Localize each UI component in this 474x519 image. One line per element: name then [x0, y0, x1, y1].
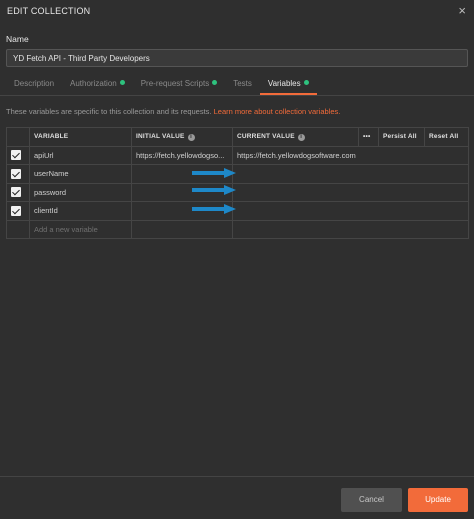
persist-all-button[interactable]: Persist All [378, 127, 425, 147]
new-variable-row: Add a new variable [6, 219, 469, 239]
update-button[interactable]: Update [408, 488, 468, 512]
table-row: password [6, 182, 469, 202]
close-icon[interactable]: × [458, 3, 466, 19]
tab-label: Variables [267, 79, 301, 88]
variables-info-text: These variables are specific to this col… [6, 107, 340, 116]
variables-table: VARIABLE INITIAL VALUE i CURRENT VALUE i •… [6, 127, 469, 239]
tab-bar: Description Authorization Pre-request Sc… [6, 77, 317, 95]
row-checkbox[interactable] [11, 187, 21, 198]
arrow-right-icon [192, 204, 236, 214]
variable-cell[interactable]: userName [29, 164, 132, 184]
initial-value-cell[interactable]: https://fetch.yellowdogso... [131, 145, 233, 165]
current-value-cell[interactable] [232, 164, 469, 184]
variable-header: VARIABLE [29, 127, 132, 147]
info-icon[interactable]: i [297, 133, 305, 141]
table-row: apiUrl https://fetch.yellowdogso... http… [6, 145, 469, 165]
tab-description[interactable]: Description [6, 77, 62, 95]
tab-label: Description [14, 79, 55, 88]
arrow-right-icon [192, 168, 236, 178]
reset-all-button[interactable]: Reset All [424, 127, 469, 147]
tab-divider [0, 95, 474, 96]
variable-cell[interactable]: apiUrl [29, 145, 132, 165]
collection-name-input[interactable] [6, 49, 468, 67]
row-checkbox-cell [6, 164, 30, 184]
row-checkbox[interactable] [11, 205, 21, 216]
new-variable-input[interactable]: Add a new variable [29, 219, 132, 239]
initial-value-header: INITIAL VALUE i [131, 127, 233, 147]
current-value-cell[interactable] [232, 201, 469, 221]
new-current-value-cell[interactable] [232, 219, 469, 239]
more-options-icon[interactable]: ••• [358, 127, 379, 147]
info-text: These variables are specific to this col… [6, 107, 214, 116]
learn-more-link[interactable]: Learn more about collection variables. [214, 107, 341, 116]
footer-divider [0, 476, 474, 477]
current-value-cell[interactable]: https://fetch.yellowdogsoftware.com [232, 145, 469, 165]
tab-label: Tests [233, 79, 252, 88]
variable-cell[interactable]: password [29, 182, 132, 202]
status-dot-icon [303, 80, 309, 85]
tab-label: Authorization [70, 79, 117, 88]
table-header-row: VARIABLE INITIAL VALUE i CURRENT VALUE i •… [6, 127, 469, 147]
tab-pre-request-scripts[interactable]: Pre-request Scripts [133, 77, 225, 95]
cancel-button[interactable]: Cancel [341, 488, 402, 512]
current-value-header: CURRENT VALUE i [232, 127, 359, 147]
current-value-header-label: CURRENT VALUE [237, 132, 295, 140]
table-row: userName [6, 164, 469, 184]
status-dot-icon [212, 80, 218, 85]
checkbox-header [6, 127, 30, 147]
empty-checkbox-cell [6, 219, 30, 239]
status-dot-icon [119, 80, 125, 85]
dialog-titlebar: EDIT COLLECTION × [0, 0, 474, 24]
dialog-title: EDIT COLLECTION [7, 6, 91, 16]
row-checkbox[interactable] [11, 168, 21, 179]
table-row: clientId [6, 201, 469, 221]
initial-value-header-label: INITIAL VALUE [136, 132, 185, 140]
row-checkbox-cell [6, 201, 30, 221]
row-checkbox-cell [6, 182, 30, 202]
row-checkbox[interactable] [11, 150, 21, 161]
current-value-cell[interactable] [232, 182, 469, 202]
tab-label: Pre-request Scripts [140, 79, 210, 88]
info-icon[interactable]: i [187, 133, 195, 141]
row-checkbox-cell [6, 145, 30, 165]
name-label: Name [6, 34, 29, 44]
arrow-right-icon [192, 185, 236, 195]
variable-cell[interactable]: clientId [29, 201, 132, 221]
new-initial-value-cell[interactable] [131, 219, 233, 239]
tab-variables[interactable]: Variables [259, 77, 317, 95]
tab-tests[interactable]: Tests [225, 77, 260, 95]
tab-authorization[interactable]: Authorization [62, 77, 133, 95]
